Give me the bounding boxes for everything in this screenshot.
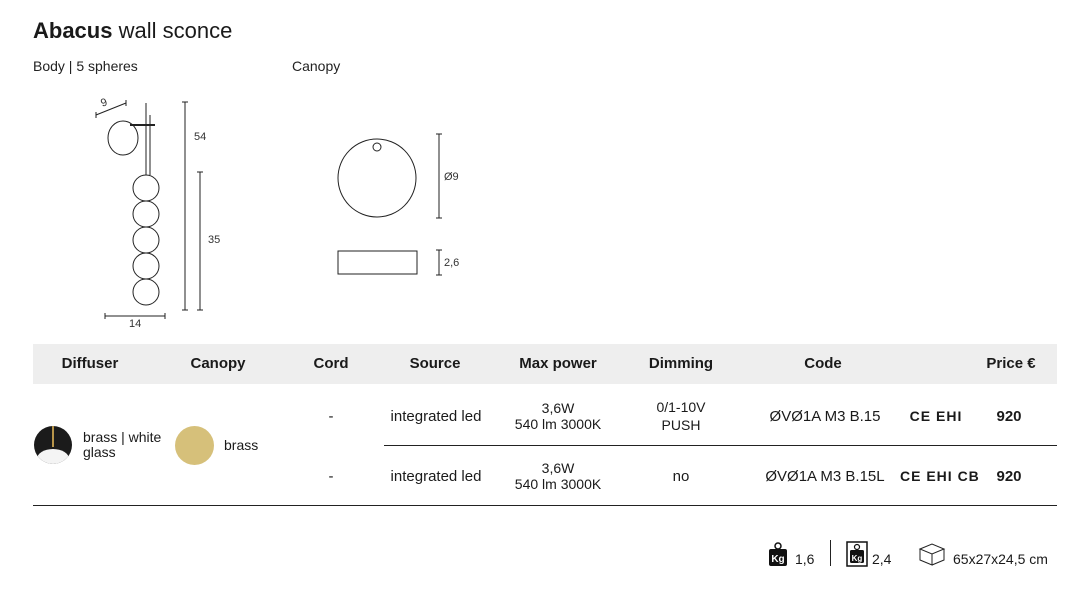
row-divider xyxy=(384,445,1057,446)
header-diffuser: Diffuser xyxy=(61,355,119,372)
box-icon xyxy=(918,543,946,566)
row1-price: 920 xyxy=(996,408,1022,425)
net-weight: 1,6 xyxy=(795,551,815,567)
canopy-swatch xyxy=(175,426,214,465)
body-height-dim: 54 xyxy=(194,131,207,143)
header-dimming: Dimming xyxy=(648,355,714,372)
diffuser-swatch xyxy=(34,426,72,464)
header-source: Source xyxy=(409,355,461,372)
row1-dimming-1: 0/1-10V xyxy=(656,399,706,415)
row1-power-w: 3,6W xyxy=(541,400,575,416)
header-max-power: Max power xyxy=(519,355,597,372)
canopy-finish-label: brass xyxy=(224,437,259,453)
weight-icon: Kg xyxy=(769,542,787,566)
header-code: Code xyxy=(804,355,842,372)
spheres-height-dim: 35 xyxy=(208,234,221,246)
canopy-label: Canopy xyxy=(292,58,341,74)
row1-cord: - xyxy=(328,408,334,425)
row2-cord: - xyxy=(328,468,334,485)
gross-weight-icon: Kg xyxy=(846,541,868,567)
row2-code: ØVØ1A M3 B.15L xyxy=(765,468,885,485)
row2-power-w: 3,6W xyxy=(541,460,575,476)
row1-code: ØVØ1A M3 B.15 xyxy=(769,408,881,425)
row2-power-lm: 540 lm 3000K xyxy=(514,476,602,492)
row1-source: integrated led xyxy=(390,408,482,425)
body-label: Body | 5 spheres xyxy=(33,58,138,74)
row2-source: integrated led xyxy=(390,468,482,485)
header-canopy: Canopy xyxy=(190,355,246,372)
row2-price: 920 xyxy=(996,468,1022,485)
row1-dimming-2: PUSH xyxy=(661,417,701,433)
row2-dimming: no xyxy=(672,468,690,485)
body-drawing xyxy=(95,100,203,319)
gross-weight: 2,4 xyxy=(872,551,892,567)
canopy-thickness-dim: 2,6 xyxy=(444,257,460,269)
svg-text:Kg: Kg xyxy=(852,554,863,563)
diffuser-label: brass | white glass xyxy=(83,429,162,460)
product-type: wall sconce xyxy=(118,18,233,43)
body-width-dim: 14 xyxy=(129,318,142,330)
svg-text:Kg: Kg xyxy=(771,554,784,565)
header-cord: Cord xyxy=(313,355,349,372)
row1-certifications: CE EHI xyxy=(909,408,963,424)
table-bottom-rule xyxy=(33,505,1057,506)
row1-power-lm: 540 lm 3000K xyxy=(514,416,602,432)
page-title: Abacus wall sconce xyxy=(33,18,232,44)
canopy-diameter-dim: Ø9 xyxy=(444,171,459,183)
row2-certifications: CE EHI CB xyxy=(900,468,980,484)
header-price: Price € xyxy=(986,355,1036,372)
footer-divider xyxy=(830,540,831,566)
package-dimensions: 65x27x24,5 cm xyxy=(953,551,1048,567)
product-name: Abacus xyxy=(33,18,113,43)
